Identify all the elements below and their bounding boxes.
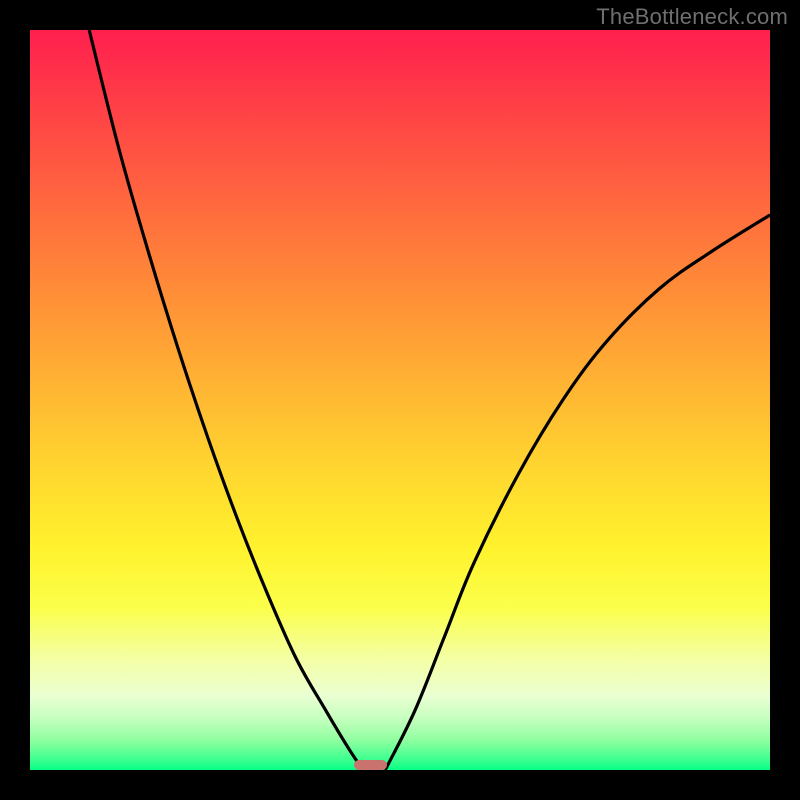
left-curve-path — [89, 30, 363, 770]
right-curve-path — [385, 215, 770, 770]
watermark-text: TheBottleneck.com — [596, 4, 788, 30]
plot-area — [30, 30, 770, 770]
bottleneck-marker — [354, 760, 387, 770]
chart-frame: TheBottleneck.com — [0, 0, 800, 800]
curves-svg — [30, 30, 770, 770]
